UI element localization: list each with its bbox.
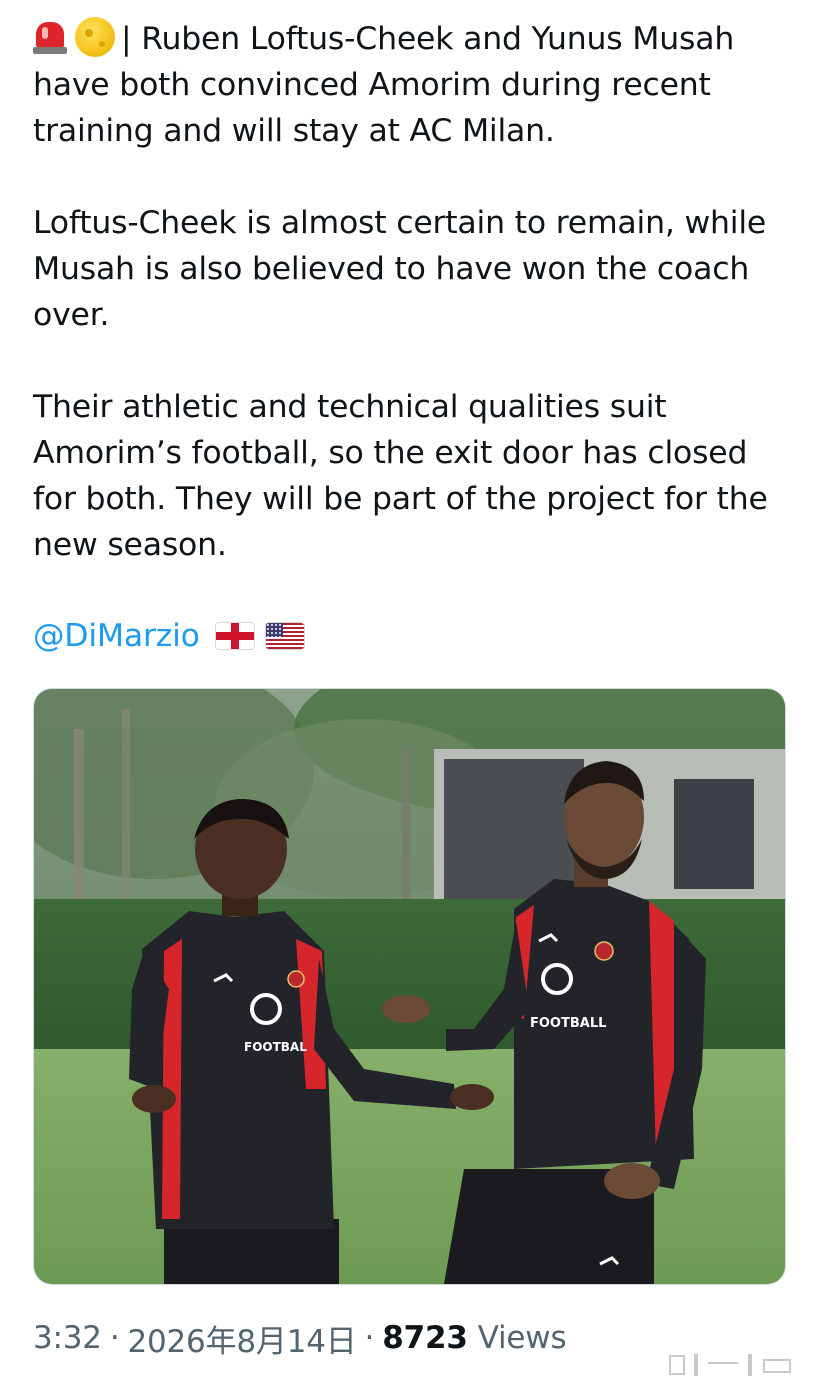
jacket-text-right: FOOTBALL bbox=[530, 1016, 606, 1031]
tweet-text: | Ruben Loftus-Cheek and Yunus Musah hav… bbox=[33, 16, 793, 568]
tweet-paragraph-2: Loftus-Cheek is almost certain to remain… bbox=[33, 200, 793, 338]
england-flag-icon bbox=[215, 623, 254, 649]
siren-icon bbox=[33, 19, 67, 55]
views-label: Views bbox=[477, 1320, 567, 1356]
moon-icon bbox=[75, 17, 115, 57]
watermark-icon bbox=[669, 1354, 791, 1376]
tweet: | Ruben Loftus-Cheek and Yunus Musah hav… bbox=[0, 0, 819, 1394]
photo-illustration: FOOTBAL FOOTBALL bbox=[34, 689, 785, 1284]
tweet-date[interactable]: 2026年8月14日 bbox=[127, 1316, 356, 1361]
views-count: 8723 bbox=[382, 1320, 468, 1356]
meta-separator: · bbox=[109, 1320, 120, 1356]
paragraph-2-text: Loftus-Cheek is almost certain to remain… bbox=[33, 205, 767, 333]
jacket-text-left: FOOTBAL bbox=[244, 1040, 307, 1054]
tweet-photo[interactable]: FOOTBAL FOOTBALL bbox=[34, 689, 785, 1284]
tweet-paragraph-3: Their athletic and technical qualities s… bbox=[33, 384, 793, 568]
paragraph-3-text: Their athletic and technical qualities s… bbox=[33, 389, 768, 563]
mention-link[interactable]: @DiMarzio bbox=[33, 618, 200, 654]
mention-line: @DiMarzio bbox=[33, 613, 304, 659]
tweet-paragraph-1: | Ruben Loftus-Cheek and Yunus Musah hav… bbox=[33, 16, 793, 154]
tweet-metadata: 3:32 · 2026年8月14日 · 8723 Views bbox=[33, 1316, 567, 1361]
tweet-time[interactable]: 3:32 bbox=[33, 1320, 102, 1356]
paragraph-1-text: | Ruben Loftus-Cheek and Yunus Musah hav… bbox=[33, 21, 735, 149]
meta-separator: · bbox=[364, 1320, 375, 1356]
usa-flag-icon bbox=[265, 623, 304, 649]
